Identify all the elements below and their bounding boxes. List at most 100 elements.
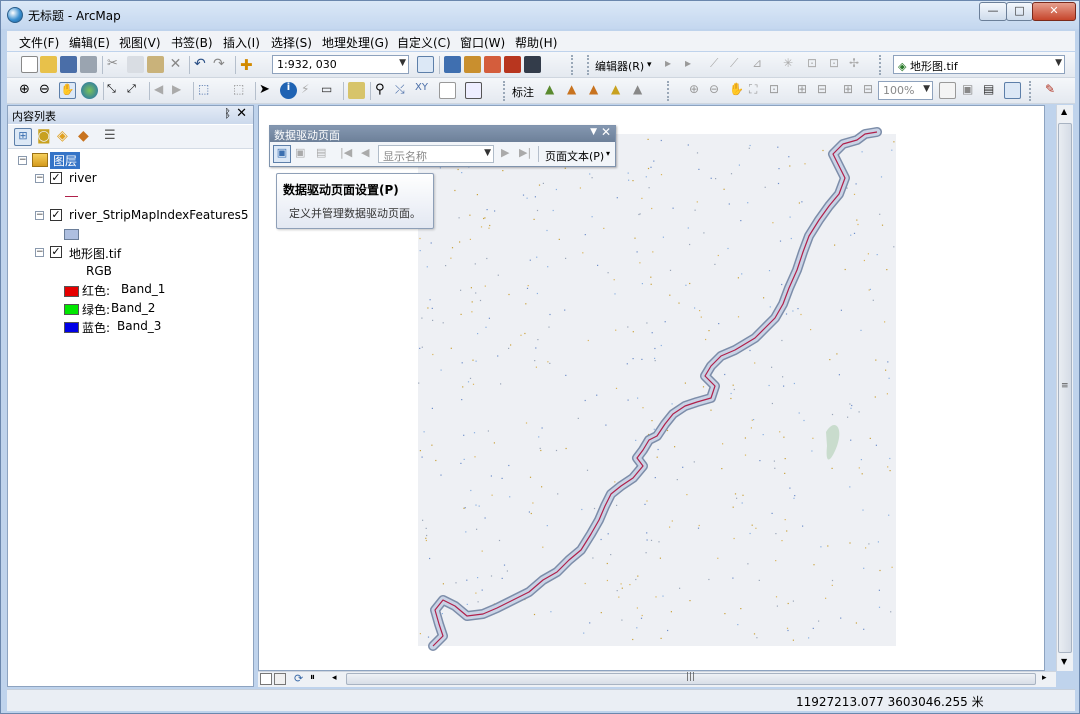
data-driven-pages-icon[interactable] — [1004, 82, 1021, 99]
data-view-icon[interactable] — [260, 673, 272, 685]
horizontal-scrollbar[interactable]: ⟳ ⏸ ◂ ||| ▸ — [258, 671, 1056, 687]
layers-group-label[interactable]: 图层 — [50, 152, 81, 169]
menu-edit[interactable]: 编辑(E) — [69, 34, 110, 51]
label-priority-icon[interactable]: ▲ — [633, 82, 650, 99]
clear-selection-icon[interactable]: ⬚ — [233, 82, 250, 99]
label-manager-icon[interactable]: ▲ — [545, 82, 562, 99]
menu-insert[interactable]: 插入(I) — [223, 34, 260, 51]
cut-icon[interactable]: ✂ — [107, 56, 124, 73]
python-window-icon[interactable] — [524, 56, 541, 73]
edit-annotation-icon[interactable]: ▸ — [685, 56, 702, 73]
first-page-icon[interactable]: |◀ — [340, 146, 352, 159]
toolbar-grip[interactable] — [879, 55, 885, 75]
fixed-zoom-out-layout-icon[interactable]: ⊟ — [817, 82, 834, 99]
collapse-icon[interactable]: − — [35, 174, 44, 183]
scroll-left-icon[interactable]: ◂ — [332, 673, 337, 683]
copy-icon[interactable] — [127, 56, 144, 73]
add-data-icon[interactable]: ✚ — [240, 56, 257, 74]
fixed-zoom-in-layout-icon[interactable]: ⊞ — [797, 82, 814, 99]
fixed-zoom-out-icon[interactable]: ⤢ — [127, 82, 144, 99]
red-band-swatch[interactable] — [64, 286, 79, 297]
forward-extent-icon[interactable]: ▶ — [172, 82, 189, 99]
close-icon[interactable]: ✕ — [236, 106, 247, 121]
new-document-icon[interactable] — [21, 56, 38, 73]
toolbar-grip[interactable] — [1029, 81, 1035, 101]
zoom-whole-page-icon[interactable]: ⛶ — [749, 82, 766, 99]
zoom-out-icon[interactable]: ⊖ — [39, 82, 56, 99]
layout-zoom-in-icon[interactable]: ⊕ — [689, 82, 706, 99]
layer-name-river[interactable]: river — [69, 171, 97, 185]
ddp-page-combo[interactable]: 显示名称 ▼ — [378, 145, 494, 163]
page-text-menu[interactable]: 页面文本(P) — [545, 148, 604, 164]
lock-labels-icon[interactable]: ▲ — [567, 82, 584, 99]
previous-extent-layout-icon[interactable]: ⊞ — [843, 82, 860, 99]
draw-icon[interactable]: ✎ — [1045, 82, 1062, 99]
ddp-setup-icon[interactable]: ▣ — [273, 145, 291, 163]
editor-menu[interactable]: 编辑器(R) — [595, 58, 644, 74]
zoom-100-icon[interactable]: ⊡ — [769, 82, 786, 99]
menu-view[interactable]: 视图(V) — [119, 34, 161, 51]
layer-name-raster[interactable]: 地形图.tif — [69, 245, 121, 262]
menu-selection[interactable]: 选择(S) — [271, 34, 312, 51]
zoom-in-icon[interactable]: ⊕ — [19, 82, 36, 99]
find-route-icon[interactable]: ⤯ — [395, 82, 412, 99]
list-by-source-icon[interactable]: ◙ — [37, 128, 55, 146]
fixed-zoom-in-icon[interactable]: ⤡ — [107, 82, 124, 99]
previous-page-icon[interactable]: ◀ — [361, 146, 369, 159]
print-icon[interactable] — [80, 56, 97, 73]
vertical-scrollbar[interactable]: ▲ ≡ ▼ — [1056, 105, 1073, 671]
paste-icon[interactable] — [147, 56, 164, 73]
layer-visibility-checkbox[interactable]: ✓ — [50, 246, 62, 258]
labeling-menu[interactable]: 标注 — [512, 84, 534, 100]
end-point-arc-icon[interactable]: ⟋ — [730, 56, 747, 73]
ddp-refresh-icon[interactable]: ▣ — [295, 146, 311, 162]
measure-icon[interactable] — [348, 82, 365, 99]
ddp-export-icon[interactable]: ▤ — [316, 146, 332, 162]
list-by-visibility-icon[interactable]: ◈ — [57, 128, 75, 146]
collapse-icon[interactable]: − — [35, 248, 44, 257]
toolbar-grip[interactable] — [667, 81, 673, 101]
next-page-icon[interactable]: ▶ — [501, 146, 509, 159]
trace-icon[interactable]: ⊿ — [752, 56, 769, 73]
layout-view-icon[interactable] — [274, 673, 286, 685]
pause-labeling-icon[interactable]: ▲ — [589, 82, 606, 99]
line-symbol[interactable] — [65, 196, 78, 197]
list-by-drawing-order-icon[interactable]: ⊞ — [14, 128, 32, 146]
select-elements-icon[interactable]: ➤ — [259, 82, 276, 99]
pan-icon[interactable]: ✋ — [59, 82, 76, 99]
edit-tool-icon[interactable]: ▸ — [665, 56, 682, 73]
close-button[interactable]: ✕ — [1032, 2, 1076, 21]
polygon-symbol[interactable] — [64, 229, 79, 240]
chevron-down-icon[interactable]: ▼ — [590, 127, 597, 137]
search-window-icon[interactable] — [484, 56, 501, 73]
layout-zoom-out-icon[interactable]: ⊖ — [709, 82, 726, 99]
toolbar-grip[interactable] — [571, 55, 577, 75]
menu-windows[interactable]: 窗口(W) — [460, 34, 505, 51]
focus-data-frame-icon[interactable]: ▣ — [962, 82, 979, 99]
collapse-icon[interactable]: − — [35, 211, 44, 220]
toolbar-grip[interactable] — [503, 81, 509, 101]
toc-options-icon[interactable]: ☰ — [104, 128, 122, 146]
full-extent-icon[interactable] — [81, 82, 98, 99]
hyperlink-icon[interactable]: ⚡ — [301, 82, 318, 99]
last-page-icon[interactable]: ▶| — [519, 146, 531, 159]
minimize-button[interactable]: — — [979, 2, 1007, 21]
time-slider-icon[interactable] — [439, 82, 456, 99]
target-layer-combo[interactable]: ◈ 地形图.tif ▼ — [893, 55, 1065, 74]
open-folder-icon[interactable] — [40, 56, 57, 73]
menu-bookmarks[interactable]: 书签(B) — [171, 34, 213, 51]
pause-icon[interactable]: ⏸ — [310, 672, 315, 683]
change-layout-icon[interactable]: ▤ — [983, 82, 1000, 99]
scroll-right-icon[interactable]: ▸ — [1042, 673, 1047, 683]
identify-icon[interactable]: i — [280, 82, 297, 99]
editor-toolbar-icon[interactable] — [417, 56, 434, 73]
toggle-draft-mode-icon[interactable] — [939, 82, 956, 99]
menu-file[interactable]: 文件(F) — [19, 34, 59, 51]
scroll-down-icon[interactable]: ▼ — [1061, 657, 1067, 666]
maximize-button[interactable]: □ — [1006, 2, 1033, 21]
arctoolbox-icon[interactable] — [504, 56, 521, 73]
map-scale-combo[interactable]: 1:932, 030 ▼ — [272, 55, 409, 74]
scroll-up-icon[interactable]: ▲ — [1061, 107, 1067, 116]
toolbar-grip[interactable] — [587, 55, 593, 75]
delete-icon[interactable]: ✕ — [167, 56, 184, 73]
